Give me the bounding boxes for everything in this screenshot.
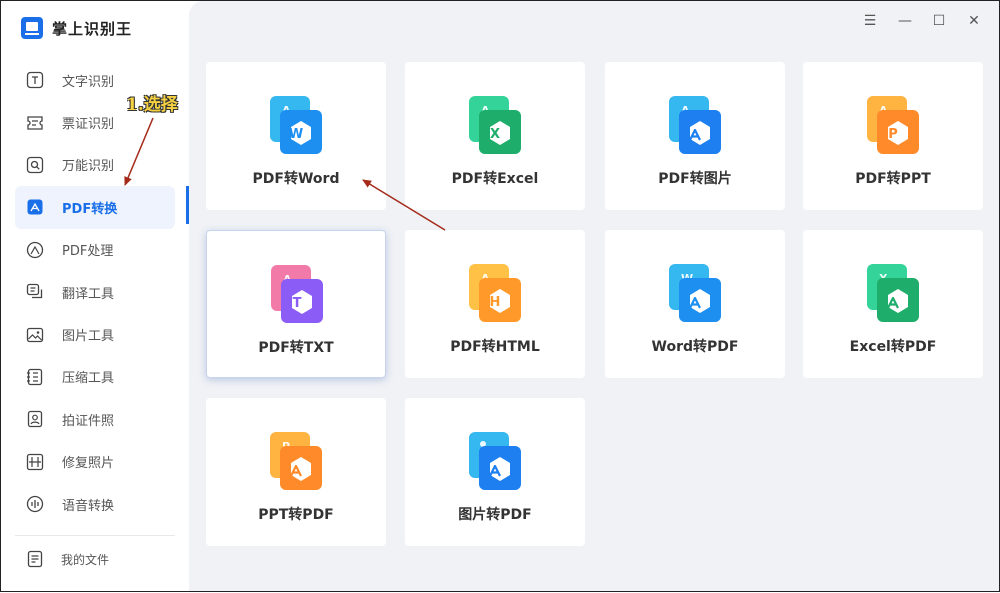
sidebar-item-id-photo[interactable]: 拍证件照 [15, 398, 175, 440]
voice-convert-icon [25, 494, 45, 514]
word-to-pdf-icon: W [665, 262, 725, 324]
sidebar-item-label: PDF转换 [62, 201, 118, 217]
sidebar-item-label: 修复照片 [62, 456, 115, 472]
sidebar-item-label: 翻译工具 [62, 286, 115, 302]
menu-icon[interactable]: ☰ [860, 11, 880, 31]
card-pdf-to-image[interactable]: A PDF转图片 [605, 62, 785, 210]
pdf-convert-icon [25, 197, 45, 217]
card-label: Word转PDF [651, 339, 739, 355]
card-word-to-pdf[interactable]: W Word转PDF [605, 230, 785, 378]
sidebar-item-label: 万能识别 [62, 159, 115, 175]
translate-icon [25, 282, 45, 302]
sidebar-item-pdf-process[interactable]: PDF处理 [15, 229, 175, 271]
annotation-step-label: 1.选择 [126, 95, 178, 115]
svg-text:T: T [293, 296, 302, 311]
main-panel: ☰ — ☐ ✕ A W PDF转Word A X PDF转Excel A [189, 1, 999, 591]
pdf-to-word-icon: A W [266, 94, 326, 156]
sidebar-item-label: 图片工具 [62, 329, 115, 345]
sidebar-item-label: 压缩工具 [62, 371, 115, 387]
card-label: PDF转TXT [258, 340, 334, 356]
text-scan-icon [25, 70, 45, 90]
sidebar-divider [15, 535, 175, 536]
card-pdf-to-html[interactable]: A H PDF转HTML [405, 230, 585, 378]
sidebar-item-label: 语音转换 [62, 498, 115, 514]
card-pdf-to-excel[interactable]: A X PDF转Excel [405, 62, 585, 210]
pdf-to-ppt-icon: A P [863, 94, 923, 156]
card-pdf-to-txt[interactable]: A T PDF转TXT [206, 230, 386, 378]
photo-repair-icon [25, 452, 45, 472]
card-pdf-to-ppt[interactable]: A P PDF转PPT [803, 62, 983, 210]
card-excel-to-pdf[interactable]: X Excel转PDF [803, 230, 983, 378]
ppt-to-pdf-icon: P [266, 430, 326, 492]
card-ppt-to-pdf[interactable]: P PPT转PDF [206, 398, 386, 546]
pdf-to-excel-icon: A X [465, 94, 525, 156]
universal-scan-icon [25, 155, 45, 175]
svg-text:W: W [289, 127, 303, 142]
sidebar-nav: 文字识别 票证识别 万能识别 PDF转换 PDF处理 翻译工具 图片工具 压缩工… [15, 59, 175, 525]
svg-text:P: P [888, 127, 898, 142]
minimize-icon[interactable]: — [895, 11, 915, 31]
maximize-icon[interactable]: ☐ [929, 11, 949, 31]
ticket-scan-icon [25, 113, 45, 133]
sidebar-item-pdf-convert[interactable]: PDF转换 [15, 186, 175, 229]
app-logo-icon [21, 17, 43, 39]
sidebar-item-photo-repair[interactable]: 修复照片 [15, 441, 175, 483]
card-label: PPT转PDF [258, 507, 334, 523]
pdf-to-image-icon: A [665, 94, 725, 156]
compress-icon [25, 367, 45, 387]
sidebar-item-label: PDF处理 [62, 244, 114, 260]
sidebar-item-my-files[interactable]: 我的文件 [25, 549, 109, 569]
excel-to-pdf-icon: X [863, 262, 923, 324]
app-title: 掌上识别王 [52, 19, 133, 38]
card-label: PDF转HTML [450, 339, 540, 355]
card-image-to-pdf[interactable]: 图片转PDF [405, 398, 585, 546]
pdf-to-html-icon: A H [465, 262, 525, 324]
card-label: PDF转PPT [855, 171, 931, 187]
app-brand: 掌上识别王 [21, 15, 132, 41]
image-to-pdf-icon [465, 430, 525, 492]
sidebar-item-compress-tools[interactable]: 压缩工具 [15, 356, 175, 398]
card-label: Excel转PDF [849, 339, 937, 355]
sidebar-item-label: 票证识别 [62, 117, 115, 133]
sidebar-item-image-tools[interactable]: 图片工具 [15, 313, 175, 355]
close-icon[interactable]: ✕ [964, 11, 984, 31]
card-label: 图片转PDF [458, 507, 532, 523]
svg-text:H: H [490, 295, 501, 310]
sidebar-item-voice-convert[interactable]: 语音转换 [15, 483, 175, 525]
pdf-to-txt-icon: A T [267, 263, 327, 325]
id-photo-icon [25, 409, 45, 429]
pdf-process-icon [25, 240, 45, 260]
sidebar-item-label: 我的文件 [61, 552, 110, 567]
svg-text:X: X [490, 127, 500, 142]
sidebar-item-translate[interactable]: 翻译工具 [15, 271, 175, 313]
sidebar-item-universal-recognition[interactable]: 万能识别 [15, 144, 175, 186]
sidebar-item-label: 拍证件照 [62, 413, 115, 429]
card-pdf-to-word[interactable]: A W PDF转Word [206, 62, 386, 210]
card-label: PDF转Excel [451, 171, 539, 187]
card-label: PDF转图片 [658, 171, 732, 187]
card-label: PDF转Word [252, 171, 340, 187]
file-list-icon [25, 549, 45, 569]
image-tool-icon [25, 325, 45, 345]
sidebar-item-label: 文字识别 [62, 74, 115, 90]
